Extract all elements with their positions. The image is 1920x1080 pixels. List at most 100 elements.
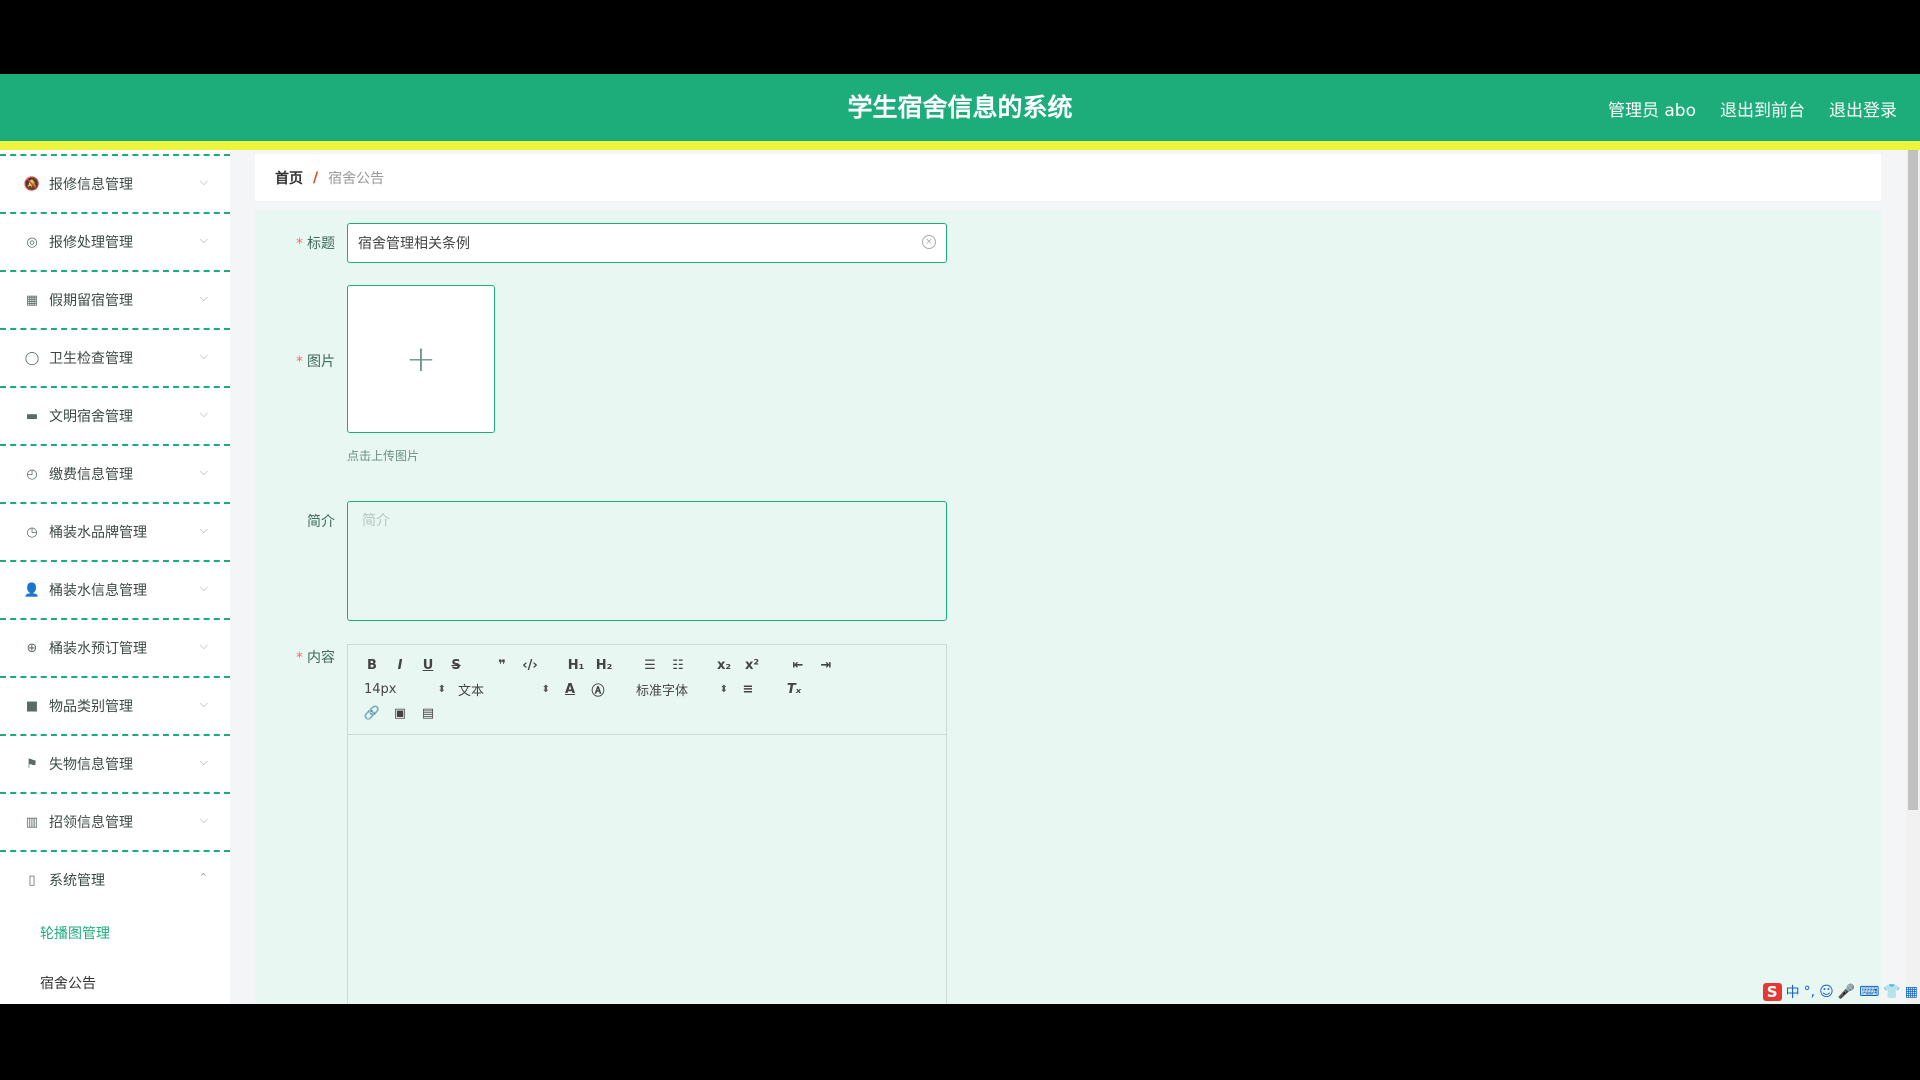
sogou-logo-icon[interactable]: S [1762, 983, 1782, 1001]
sidebar-item-label: 桶装水预订管理 [49, 641, 147, 657]
header-select[interactable]: 文本 ⬍ [454, 678, 554, 700]
keyboard-icon[interactable]: ⌨ [1859, 984, 1879, 1000]
content-label: * 内容 [296, 650, 335, 666]
sidebar-item-found-info[interactable]: ▥ 招领信息管理 ⌵ [0, 792, 230, 850]
clear-icon[interactable]: × [922, 235, 936, 249]
mic-icon[interactable]: 🎤 [1838, 984, 1855, 1000]
chevron-down-icon: ⌵ [199, 407, 208, 420]
sidebar: 🔕 报修信息管理 ⌵ ◎ 报修处理管理 ⌵ ▦ 假期留宿管理 ⌵ ◯ 卫生检查管… [0, 150, 230, 1004]
bullet-list-icon[interactable]: ☷ [666, 654, 690, 676]
plus-icon: + [405, 338, 437, 380]
top-header: 学生宿舍信息的系统 管理员 abo 退出到前台 退出登录 [0, 74, 1920, 141]
scrollbar-thumb[interactable] [1908, 150, 1918, 810]
bold-button[interactable]: B [360, 654, 384, 676]
superscript-button[interactable]: x² [740, 654, 764, 676]
ordered-list-icon[interactable]: ☰ [638, 654, 662, 676]
chevron-down-icon: ⌵ [199, 291, 208, 304]
sidebar-item-item-category[interactable]: ■ 物品类别管理 ⌵ [0, 676, 230, 734]
sidebar-item-repair-handle[interactable]: ◎ 报修处理管理 ⌵ [0, 212, 230, 270]
emoji-icon[interactable]: ☺ [1819, 984, 1834, 1000]
shirt-icon[interactable]: 👕 [1883, 984, 1900, 1000]
h2-button[interactable]: H₂ [592, 654, 616, 676]
breadcrumb-current: 宿舍公告 [328, 170, 385, 187]
toolbox-icon[interactable]: ▦ [1905, 984, 1918, 1000]
exit-to-front-link[interactable]: 退出到前台 [1720, 96, 1805, 121]
code-icon[interactable]: ‹/› [518, 654, 542, 676]
compass-icon: ◎ [26, 234, 38, 250]
indent-icon[interactable]: ⇥ [814, 654, 838, 676]
sidebar-item-label: 招领信息管理 [49, 815, 133, 831]
sidebar-item-label: 失物信息管理 [49, 757, 133, 773]
library-icon: ▥ [25, 814, 39, 830]
sidebar-subitem-notice[interactable]: 宿舍公告 [0, 958, 230, 1004]
sidebar-item-label: 缴费信息管理 [49, 467, 133, 483]
sidebar-item-civil-dorm[interactable]: ▬ 文明宿舍管理 ⌵ [0, 386, 230, 444]
outdent-icon[interactable]: ⇤ [786, 654, 810, 676]
sidebar-item-lost-info[interactable]: ⚑ 失物信息管理 ⌵ [0, 734, 230, 792]
header-accent-bar [0, 141, 1920, 150]
underline-button[interactable]: U [416, 654, 440, 676]
editor-toolbar: B I U S ❞ ‹/› H₁ H₂ ☰ ☷ x₂ x² ⇤ ⇥ 14px ⬍… [348, 645, 946, 735]
chevron-down-icon: ⌵ [199, 813, 208, 826]
image-uploader[interactable]: + [347, 285, 495, 433]
background-color-icon[interactable]: Ⓐ [586, 678, 610, 700]
sidebar-item-label: 文明宿舍管理 [49, 409, 133, 425]
ime-mode[interactable]: 中 [1786, 982, 1800, 1002]
chevron-down-icon: ⌵ [199, 581, 208, 594]
sidebar-subitem-carousel[interactable]: 轮播图管理 [0, 908, 230, 958]
image-icon[interactable]: ▣ [388, 702, 412, 724]
breadcrumb-separator: / [313, 169, 319, 186]
breadcrumb: 首页 / 宿舍公告 [255, 154, 1881, 201]
sidebar-item-label: 卫生检查管理 [49, 351, 133, 367]
clock-icon: ◴ [26, 466, 38, 482]
font-color-icon[interactable]: A [558, 678, 582, 700]
intro-textarea[interactable] [347, 501, 947, 621]
mic-icon: ▯ [28, 872, 36, 888]
title-input[interactable] [347, 223, 947, 263]
clear-format-icon[interactable]: Tₓ [782, 678, 806, 700]
editor-body[interactable] [348, 735, 946, 1004]
app-window: 学生宿舍信息的系统 管理员 abo 退出到前台 退出登录 🔕 报修信息管理 ⌵ … [0, 74, 1920, 1004]
subscript-button[interactable]: x₂ [712, 654, 736, 676]
gauge-icon: ◷ [26, 524, 38, 540]
sidebar-item-payment[interactable]: ◴ 缴费信息管理 ⌵ [0, 444, 230, 502]
bell-off-icon: 🔕 [23, 176, 41, 192]
font-family-select[interactable]: 标准字体 ⬍ [632, 678, 732, 700]
crosshair-icon: ⊕ [26, 640, 38, 656]
video-icon[interactable]: ▤ [416, 702, 440, 724]
sidebar-item-water-info[interactable]: 👤 桶装水信息管理 ⌵ [0, 560, 230, 618]
user-icon: 👤 [23, 582, 41, 598]
sidebar-item-system[interactable]: ▯ 系统管理 ⌃ [0, 850, 230, 908]
sidebar-item-label: 报修信息管理 [49, 177, 133, 193]
breadcrumb-home[interactable]: 首页 [275, 168, 303, 188]
link-icon[interactable]: 🔗 [360, 702, 384, 724]
ime-tray: S 中 °, ☺ 🎤 ⌨ 👕 ▦ [1762, 980, 1918, 1004]
italic-button[interactable]: I [388, 654, 412, 676]
sidebar-item-repair-info[interactable]: 🔕 报修信息管理 ⌵ [0, 154, 230, 212]
chevron-down-icon: ⌵ [199, 523, 208, 536]
circle-icon: ◯ [24, 350, 40, 366]
sidebar-item-water-brand[interactable]: ◷ 桶装水品牌管理 ⌵ [0, 502, 230, 560]
sidebar-item-label: 系统管理 [49, 873, 105, 889]
flag-icon: ⚑ [26, 756, 38, 772]
blockquote-icon[interactable]: ❞ [490, 654, 514, 676]
chevron-up-icon: ⌃ [198, 871, 208, 884]
chevron-down-icon: ⌵ [199, 697, 208, 710]
sidebar-item-holiday-stay[interactable]: ▦ 假期留宿管理 ⌵ [0, 270, 230, 328]
h1-button[interactable]: H₁ [564, 654, 588, 676]
logout-link[interactable]: 退出登录 [1829, 96, 1897, 121]
intro-label: 简介 [307, 514, 335, 530]
strike-button[interactable]: S [444, 654, 468, 676]
chevron-down-icon: ⌵ [199, 755, 208, 768]
sidebar-item-label: 桶装水信息管理 [49, 583, 147, 599]
page-scrollbar[interactable] [1906, 150, 1920, 1004]
sidebar-item-hygiene-check[interactable]: ◯ 卫生检查管理 ⌵ [0, 328, 230, 386]
sidebar-item-label: 报修处理管理 [49, 235, 133, 251]
sidebar-item-water-order[interactable]: ⊕ 桶装水预订管理 ⌵ [0, 618, 230, 676]
grid-icon: ▦ [25, 292, 39, 308]
align-icon[interactable]: ≡ [736, 678, 760, 700]
punctuation-icon[interactable]: °, [1804, 984, 1815, 1000]
font-size-select[interactable]: 14px ⬍ [360, 678, 450, 700]
video-icon: ■ [25, 698, 39, 714]
chevron-down-icon: ⌵ [199, 465, 208, 478]
